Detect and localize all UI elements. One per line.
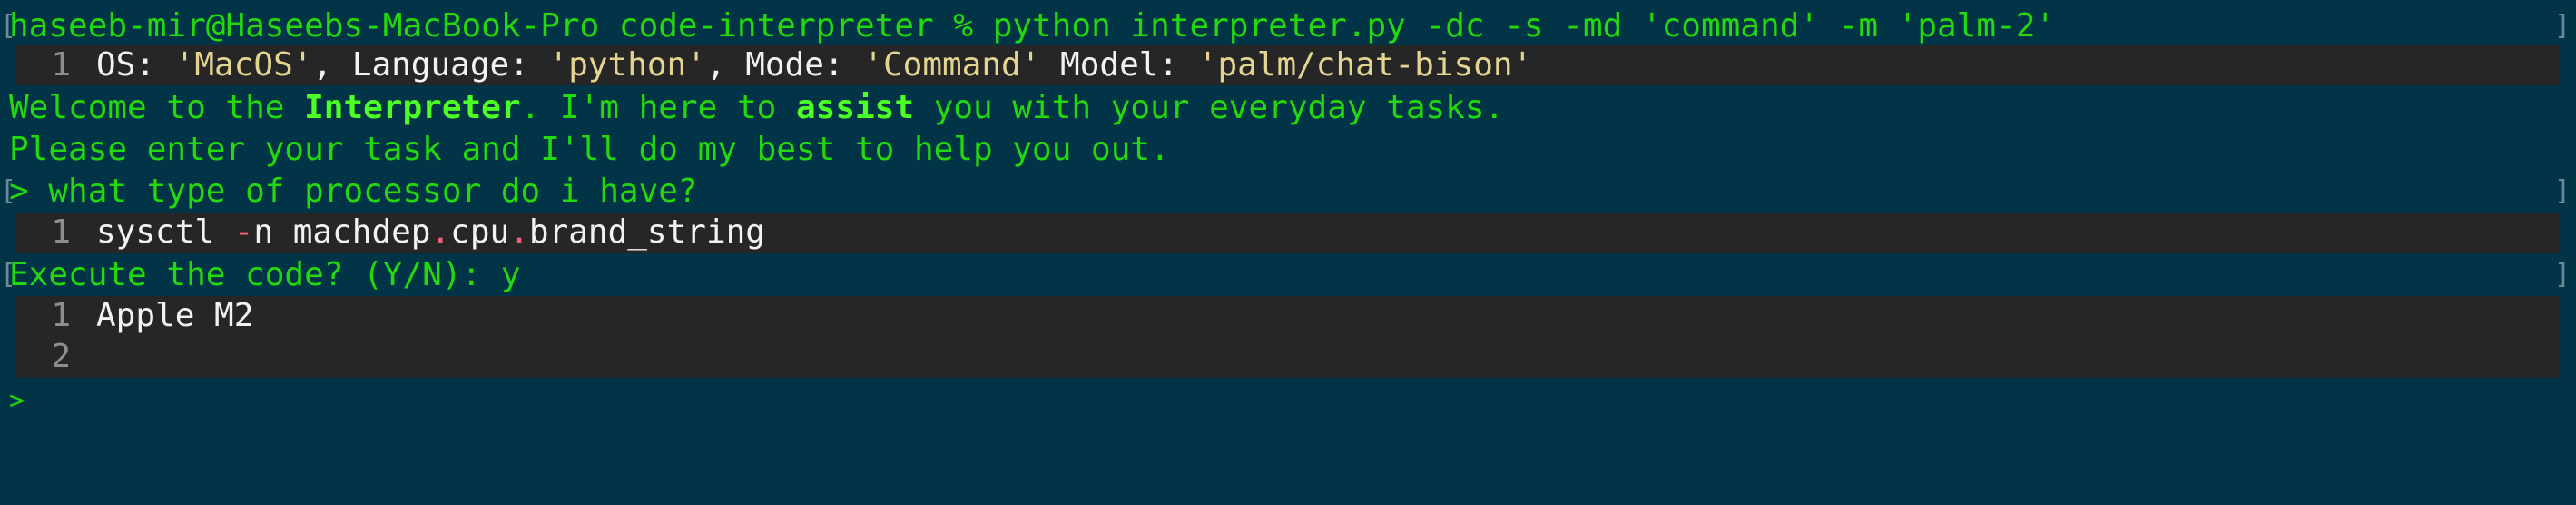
final-prompt[interactable]: > — [9, 380, 25, 421]
model-label: Model: — [1040, 46, 1198, 84]
execute-prompt-text: Execute the code? (Y/N): y — [9, 256, 521, 293]
mode-label: , Mode: — [705, 46, 864, 84]
line-number: 1 — [51, 46, 71, 84]
config-code-block: 1 OS: 'MacOS', Language: 'python', Mode: … — [15, 45, 2560, 85]
final-prompt-line[interactable]: > — [0, 380, 2576, 421]
welcome-message: Welcome to the Interpreter. I'm here to … — [0, 87, 2576, 129]
code-mid: cpu — [450, 213, 510, 251]
code-command: sysctl — [96, 213, 234, 251]
generated-code-line: 1 sysctl -n machdep.cpu.brand_string — [15, 212, 765, 253]
config-line: 1 OS: 'MacOS', Language: 'python', Mode: … — [15, 45, 1532, 86]
welcome-bold-interpreter: Interpreter — [304, 89, 521, 126]
output-line: 1 Apple M2 — [15, 295, 253, 337]
language-label: , Language: — [312, 46, 549, 84]
output-code-block: 1 Apple M2 2 — [15, 296, 2560, 378]
terminal-window[interactable]: [ haseeb-mir@Haseebs-MacBook-Pro code-in… — [0, 0, 2576, 490]
output-line: 2 — [15, 336, 96, 378]
line-number: 1 — [51, 297, 71, 334]
code-flag-dash: - — [233, 213, 254, 251]
line-number: 2 — [51, 338, 71, 375]
line-number: 1 — [51, 213, 71, 251]
welcome-text-3: you with your everyday tasks. — [914, 89, 1505, 126]
user-query-line: [ > what type of processor do i have? ] — [0, 171, 2576, 213]
mode-value: 'Command' — [863, 46, 1041, 84]
shell-prompt: haseeb-mir@Haseebs-MacBook-Pro code-inte… — [9, 7, 993, 45]
right-bracket-icon: ] — [2553, 259, 2571, 291]
generated-code-block: 1 sysctl -n machdep.cpu.brand_string — [15, 213, 2560, 252]
right-bracket-icon: ] — [2553, 175, 2571, 207]
command-text: python interpreter.py -dc -s -md 'comman… — [992, 7, 2056, 45]
instruction-text: Please enter your task and I'll do my be… — [9, 131, 1170, 168]
model-value: 'palm/chat-bison' — [1197, 46, 1533, 84]
welcome-bold-assist: assist — [795, 89, 915, 126]
code-tail: brand_string — [528, 213, 765, 251]
instruction-message: Please enter your task and I'll do my be… — [0, 129, 2576, 171]
code-dot: . — [430, 213, 451, 251]
output-text: Apple M2 — [96, 297, 254, 334]
code-flag: n machdep — [253, 213, 431, 251]
os-label: OS: — [96, 46, 175, 84]
right-bracket-icon: ] — [2553, 10, 2571, 42]
os-value: 'MacOS' — [174, 46, 313, 84]
command-line: [ haseeb-mir@Haseebs-MacBook-Pro code-in… — [0, 5, 2576, 47]
code-dot: . — [509, 213, 529, 251]
execute-prompt-line: [ Execute the code? (Y/N): y ] — [0, 254, 2576, 296]
user-query-text: > what type of processor do i have? — [9, 173, 698, 210]
language-value: 'python' — [548, 46, 706, 84]
welcome-text-2: . I'm here to — [520, 89, 796, 126]
welcome-text-1: Welcome to the — [9, 89, 305, 126]
